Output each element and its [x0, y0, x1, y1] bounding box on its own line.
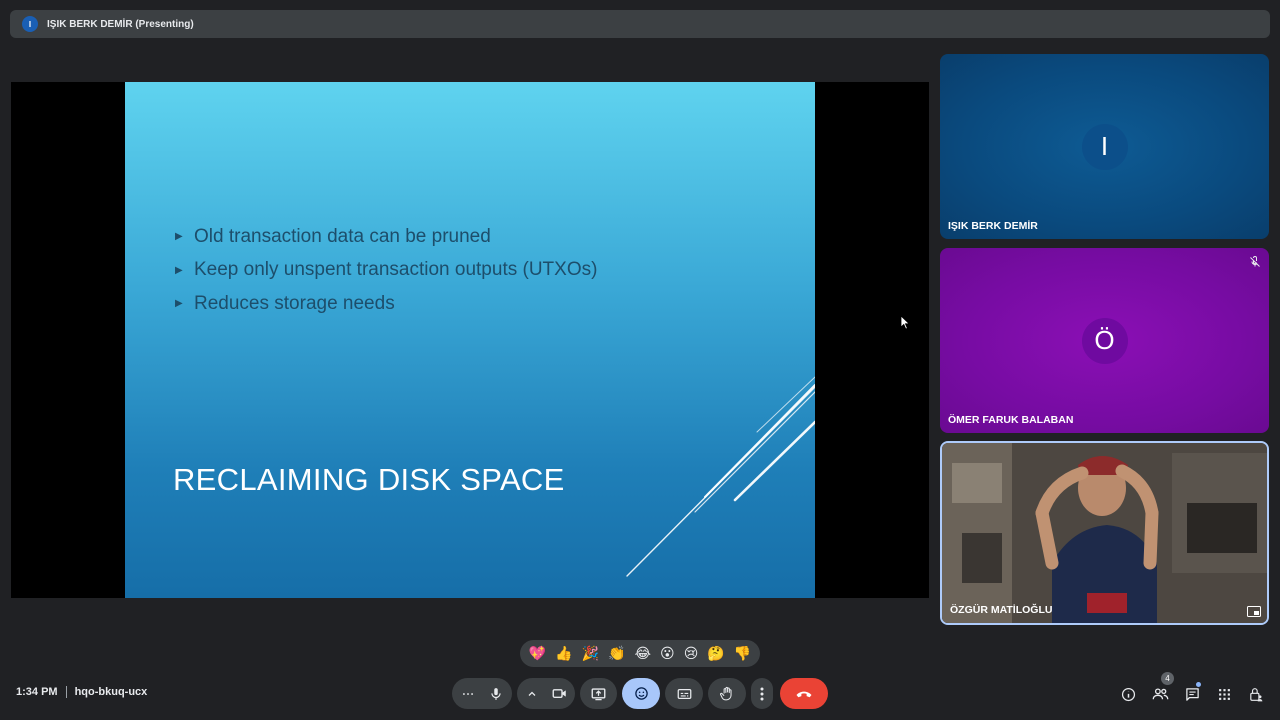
smiley-icon [634, 687, 648, 700]
activities-button[interactable] [1214, 684, 1234, 704]
reaction-party[interactable]: 🎉 [582, 646, 599, 662]
reaction-surprised[interactable]: 😮 [660, 646, 675, 662]
participant-tile[interactable]: I IŞIK BERK DEMİR [940, 54, 1269, 239]
participant-video-tile[interactable]: ÖZGÜR MATİLOĞLU [940, 441, 1269, 625]
captions-button[interactable] [665, 678, 703, 709]
leave-call-button[interactable] [780, 678, 828, 709]
reaction-heart[interactable]: 💖 [529, 646, 546, 662]
slide-bullet-list: ▶ Old transaction data can be pruned ▶ K… [175, 220, 597, 321]
people-count-badge: 4 [1161, 672, 1174, 685]
present-screen-button[interactable] [580, 678, 617, 709]
reaction-sad[interactable]: 😢 [684, 646, 699, 662]
participant-tile[interactable]: Ö ÖMER FARUK BALABAN [940, 248, 1269, 433]
slide-title: RECLAIMING DISK SPACE [173, 462, 565, 497]
bullet-arrow-icon: ▶ [175, 298, 183, 310]
meeting-details-button[interactable] [1118, 684, 1138, 704]
slide: ▶ Old transaction data can be pruned ▶ K… [125, 82, 815, 598]
reaction-thinking[interactable]: 🤔 [707, 646, 724, 662]
more-vertical-icon [760, 687, 764, 700]
microphone-icon[interactable] [489, 687, 503, 701]
audio-controls-group [452, 678, 512, 709]
presenter-label: IŞIK BERK DEMİR (Presenting) [47, 18, 194, 30]
presenter-banner: I IŞIK BERK DEMİR (Presenting) [10, 10, 1270, 38]
chevron-up-icon[interactable] [526, 688, 538, 700]
slide-bullet: ▶ Keep only unspent transaction outputs … [175, 254, 597, 288]
participant-name: ÖMER FARUK BALABAN [948, 414, 1074, 426]
bullet-text: Reduces storage needs [194, 292, 395, 314]
bullet-arrow-icon: ▶ [175, 264, 183, 276]
slide-bullet: ▶ Old transaction data can be pruned [175, 220, 597, 254]
hang-up-icon [796, 691, 812, 698]
chat-icon [1185, 687, 1199, 701]
mic-off-icon [1250, 256, 1260, 267]
host-controls-button[interactable] [1246, 684, 1266, 704]
participant-avatar: I [1081, 123, 1128, 170]
chat-button[interactable] [1182, 684, 1202, 704]
slide-decoration-lines [626, 376, 815, 577]
reactions-button[interactable] [622, 678, 660, 709]
reaction-laugh[interactable]: 😂 [635, 646, 651, 662]
bullet-text: Old transaction data can be pruned [194, 225, 491, 247]
people-button[interactable] [1150, 684, 1170, 704]
meeting-time: 1:34 PM [16, 686, 58, 698]
reaction-clap[interactable]: 👏 [608, 646, 625, 662]
divider [65, 686, 67, 698]
presentation-stage[interactable]: ▶ Old transaction data can be pruned ▶ K… [11, 82, 929, 598]
meeting-info: 1:34 PM hqo-bkuq-ucx [16, 686, 147, 698]
meeting-code: hqo-bkuq-ucx [74, 686, 148, 698]
participant-video-feed [942, 443, 1267, 623]
reaction-thumbs-down[interactable]: 👎 [734, 646, 751, 662]
info-icon [1121, 687, 1135, 701]
camera-icon[interactable] [552, 687, 567, 700]
presenter-avatar: I [22, 16, 38, 32]
reactions-bar: 💖 👍 🎉 👏 😂 😮 😢 🤔 👎 [520, 640, 760, 667]
reaction-thumbs-up[interactable]: 👍 [555, 646, 572, 662]
raise-hand-button[interactable] [708, 678, 746, 709]
slide-bullet: ▶ Reduces storage needs [175, 287, 597, 321]
more-options-button[interactable] [751, 678, 773, 709]
more-audio-options-icon[interactable] [461, 687, 475, 701]
picture-in-picture-icon[interactable] [1247, 606, 1261, 617]
participant-name: ÖZGÜR MATİLOĞLU [950, 604, 1053, 616]
raise-hand-icon [720, 686, 732, 701]
bullet-arrow-icon: ▶ [175, 231, 183, 243]
lock-person-icon [1250, 687, 1263, 701]
captions-icon [677, 688, 691, 699]
present-screen-icon [591, 687, 606, 700]
camera-controls-group [517, 678, 575, 709]
chat-notification-dot [1196, 682, 1201, 687]
participant-name: IŞIK BERK DEMİR [948, 220, 1038, 232]
apps-grid-icon [1218, 688, 1230, 700]
people-icon [1152, 688, 1168, 700]
bullet-text: Keep only unspent transaction outputs (U… [194, 259, 598, 281]
participant-avatar: Ö [1081, 317, 1128, 364]
mouse-cursor-icon [900, 315, 910, 330]
